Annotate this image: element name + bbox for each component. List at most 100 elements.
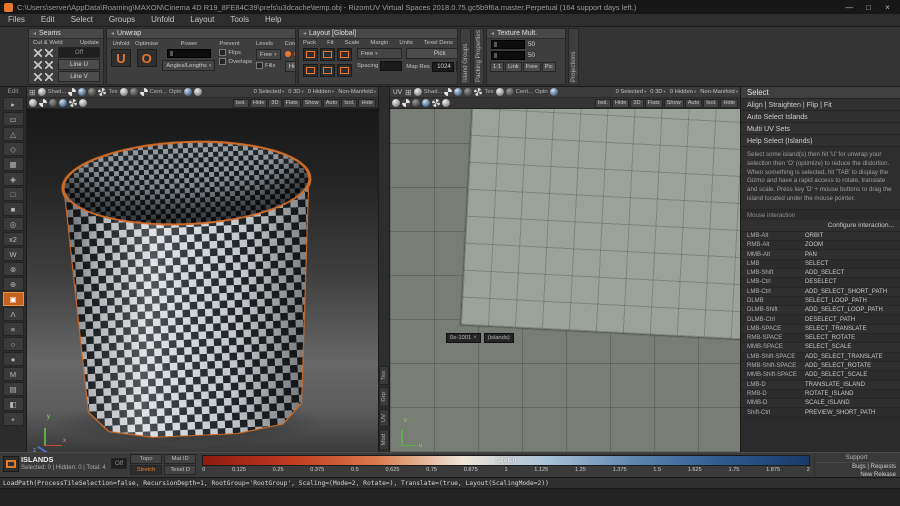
viewport-filter-button[interactable]: Isol.: [703, 98, 720, 108]
side-panel-tab[interactable]: Tex: [379, 365, 389, 385]
uv-checker-icon[interactable]: [474, 88, 483, 96]
spacing-field[interactable]: [380, 61, 403, 71]
viewport-filter-button[interactable]: Show: [301, 98, 322, 108]
layout-grid-icon[interactable]: ⊞: [405, 88, 412, 97]
texture-b-icon[interactable]: [129, 88, 138, 96]
option-b-icon[interactable]: [193, 88, 202, 96]
rail-tool-icon[interactable]: ◇: [2, 142, 24, 156]
rail-tool-icon[interactable]: +: [2, 412, 24, 426]
filter-icon[interactable]: [442, 99, 450, 107]
command-input[interactable]: LoadPath(ProcessTileSelection=false, Rec…: [0, 480, 549, 487]
viewport-filter-button[interactable]: Auto: [322, 98, 341, 108]
texture-mult-button[interactable]: Pic: [541, 62, 556, 72]
viewport-status-dropdown[interactable]: Non-Manifold: [338, 89, 376, 95]
mouse-binding-row[interactable]: LMB-SPACE SELECT_TRANSLATE: [741, 324, 900, 335]
stretch-tab[interactable]: Stretch: [130, 465, 163, 475]
texel-pick-button[interactable]: Pick: [406, 48, 457, 59]
texture-b-icon[interactable]: [505, 88, 514, 96]
rail-tool-icon[interactable]: ▣: [2, 292, 24, 306]
filter-icon[interactable]: [29, 99, 37, 107]
fills-checkbox[interactable]: Fills: [255, 62, 275, 69]
uv-island-quad[interactable]: [459, 109, 740, 341]
mouse-binding-row[interactable]: RMB-SPACE SELECT_ROTATE: [741, 334, 900, 344]
material-mode-icon[interactable]: [454, 88, 463, 96]
close-icon[interactable]: ×: [473, 335, 477, 341]
line-v-button[interactable]: Line V: [58, 71, 100, 82]
texture-a-icon[interactable]: [119, 88, 128, 96]
mouse-binding-row[interactable]: MMB-D SCALE_ISLAND: [741, 399, 900, 409]
bugs-requests-link[interactable]: Bugs | Requests: [817, 463, 896, 471]
filter-icon[interactable]: [39, 99, 47, 107]
viewport-filter-button[interactable]: Isol.: [232, 98, 249, 108]
side-panel-tab[interactable]: Grp: [379, 386, 389, 407]
mouse-binding-row[interactable]: LMB-Shift ADD_SELECT: [741, 268, 900, 279]
rail-tool-icon[interactable]: ▦: [2, 157, 24, 171]
texture-mult-button[interactable]: Link: [505, 62, 522, 72]
collapse-icon[interactable]: ◂: [111, 30, 114, 37]
viewport-filter-button[interactable]: Flats: [644, 98, 663, 108]
rail-tool-icon[interactable]: ◈: [2, 172, 24, 186]
rail-tool-icon[interactable]: ●: [2, 352, 24, 366]
filter-icon[interactable]: [79, 99, 87, 107]
pack-icon[interactable]: [303, 48, 318, 61]
shaded-mode-icon[interactable]: [37, 88, 46, 96]
maximize-button[interactable]: □: [860, 1, 877, 14]
mouse-binding-row[interactable]: RMB-D ROTATE_ISLAND: [741, 389, 900, 400]
line-u-button[interactable]: Line U: [58, 59, 100, 70]
menu-item[interactable]: Edit: [33, 14, 63, 26]
mouse-binding-row[interactable]: LMB SELECT: [741, 259, 900, 269]
viewport-status-dropdown[interactable]: 0 Hidden: [670, 89, 696, 95]
layout-grid-icon[interactable]: ⊞: [29, 88, 36, 97]
weld-icon[interactable]: [44, 49, 53, 57]
viewport-filter-button[interactable]: 3D: [630, 98, 644, 108]
islands-off-button[interactable]: Off: [111, 458, 128, 469]
mouse-binding-row[interactable]: DLMB-Ctrl DESELECT_PATH: [741, 315, 900, 325]
viewport-status-dropdown[interactable]: 0 3D: [288, 89, 304, 95]
islands-chip[interactable]: (islands): [483, 333, 514, 343]
checker-mode-icon[interactable]: [68, 88, 77, 96]
texture-mult-v-slider[interactable]: [491, 51, 525, 60]
filter-icon[interactable]: [69, 99, 77, 107]
mouse-binding-row[interactable]: LMB-Ctrl ADD_SELECT_SHORT_PATH: [741, 287, 900, 297]
select-panel-item[interactable]: Help Select (Islands): [741, 135, 900, 147]
unfold-button[interactable]: U: [111, 49, 131, 67]
mouse-binding-row[interactable]: DLMB SELECT_LOOP_PATH: [741, 296, 900, 307]
menu-item[interactable]: Files: [0, 14, 33, 26]
viewport-filter-button[interactable]: Isol.: [341, 98, 358, 108]
texture-mult-button[interactable]: Free: [522, 62, 541, 72]
side-panel-tab[interactable]: UV: [379, 408, 389, 427]
viewport-filter-button[interactable]: Hide: [249, 98, 268, 108]
collapse-icon[interactable]: ◂: [33, 30, 36, 37]
filter-icon[interactable]: [49, 99, 57, 107]
menu-item[interactable]: Tools: [222, 14, 257, 26]
mouse-binding-row[interactable]: Shift-Ctrl PREVIEW_SHORT_PATH: [741, 408, 900, 418]
menu-item[interactable]: Select: [63, 14, 101, 26]
mouse-binding-row[interactable]: RMB-Shift-SPACE ADD_SELECT_ROTATE: [741, 361, 900, 372]
rail-tool-icon[interactable]: ▸: [2, 97, 24, 111]
mouse-binding-row[interactable]: MMB-Shift-SPACE ADD_SELECT_SCALE: [741, 371, 900, 381]
viewport-filter-button[interactable]: Hide: [611, 98, 630, 108]
rail-tool-icon[interactable]: Λ: [2, 307, 24, 321]
rail-tool-icon[interactable]: □: [2, 187, 24, 201]
texel-density-tab[interactable]: Texel D: [164, 465, 197, 475]
menu-item[interactable]: Help: [257, 14, 289, 26]
filter-icon[interactable]: [412, 99, 420, 107]
viewport-3d-canvas[interactable]: y x z: [27, 109, 378, 452]
option-a-icon[interactable]: [183, 88, 192, 96]
mouse-binding-row[interactable]: LMB-Shift-SPACE ADD_SELECT_TRANSLATE: [741, 352, 900, 362]
viewport-filter-button[interactable]: 3D: [268, 98, 282, 108]
mouse-binding-row[interactable]: LMB-Ctrl DESELECT: [741, 278, 900, 288]
minimize-button[interactable]: —: [841, 1, 858, 14]
power-slider[interactable]: [166, 49, 211, 58]
pack-group-icon[interactable]: [303, 64, 318, 77]
viewport-filter-button[interactable]: Show: [663, 98, 684, 108]
configure-interaction-link[interactable]: Configure interaction...: [741, 219, 900, 232]
filter-icon[interactable]: [432, 99, 440, 107]
topo-tab[interactable]: Topo: [130, 454, 163, 464]
uv-checker-icon[interactable]: [98, 88, 107, 96]
island-groups-tab[interactable]: Island Groups: [460, 28, 471, 85]
shaded-mode-icon[interactable]: [413, 88, 422, 96]
texture-a-icon[interactable]: [495, 88, 504, 96]
rail-tool-icon[interactable]: ■: [2, 202, 24, 216]
packing-properties-tab[interactable]: Packing Properties |: [473, 28, 484, 85]
